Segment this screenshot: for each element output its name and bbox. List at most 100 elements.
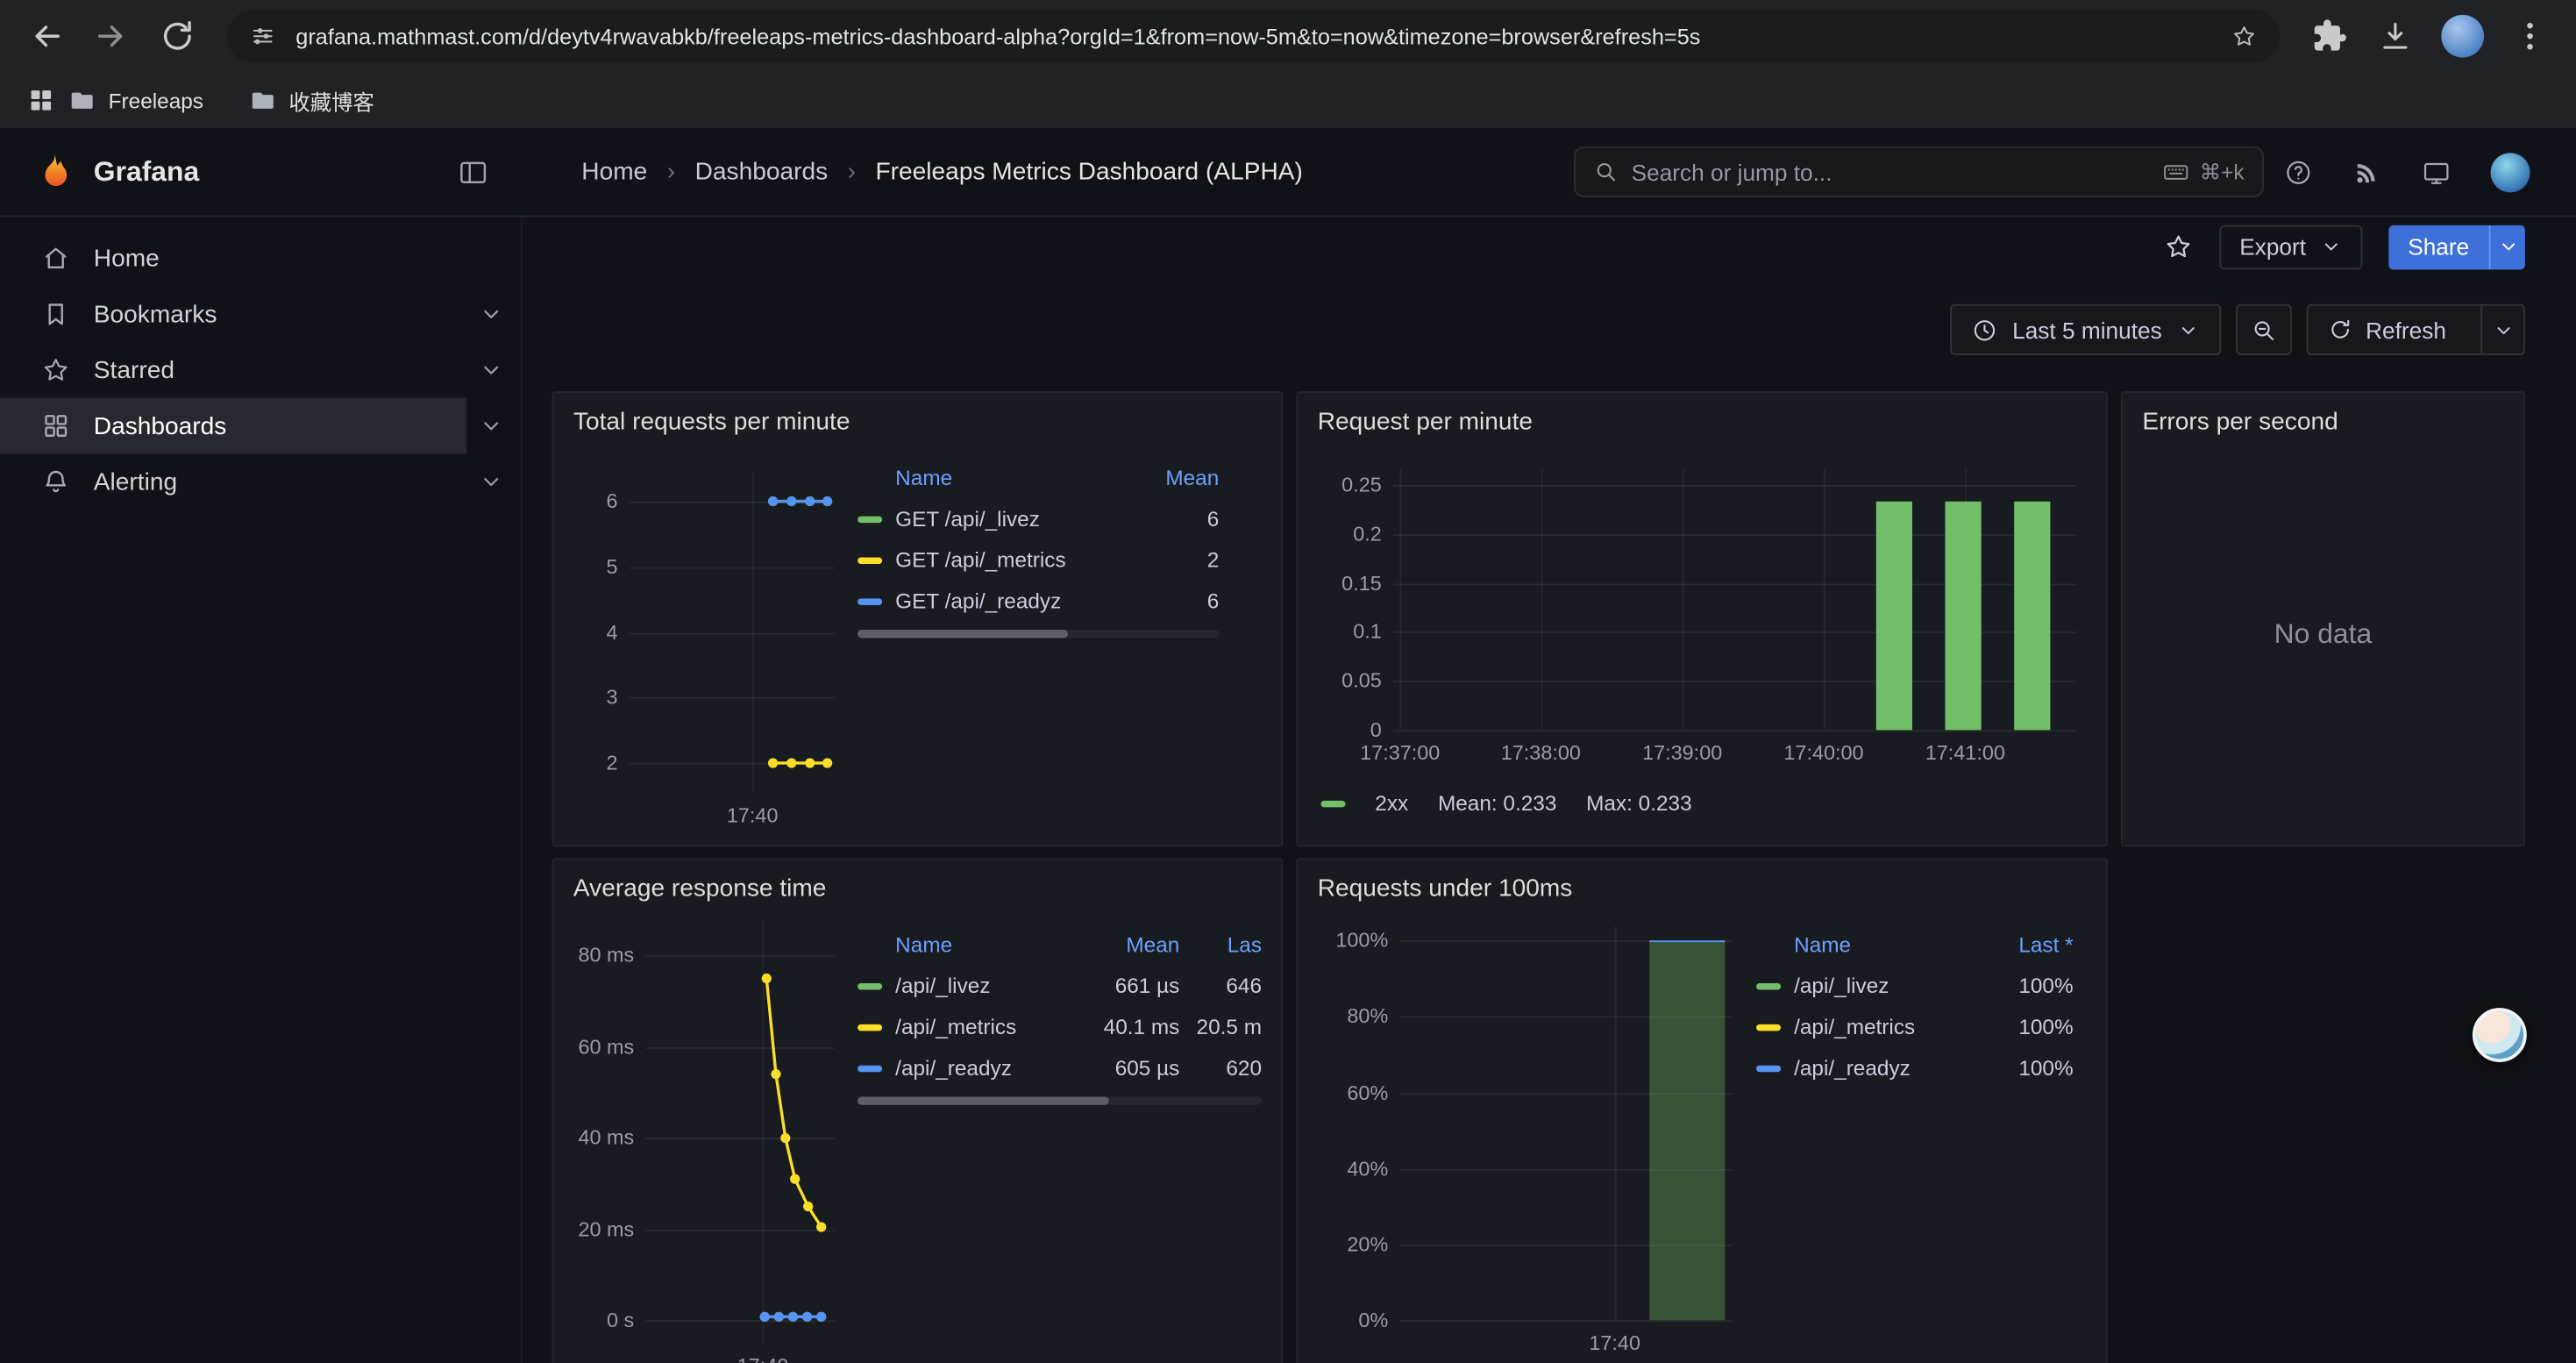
legend-table: NameMeanGET /api/_livez 6GET /api/_metric… bbox=[857, 449, 1262, 838]
browser-profile-avatar[interactable] bbox=[2441, 15, 2484, 58]
chevron-down-icon[interactable] bbox=[478, 413, 504, 439]
series-name[interactable]: /api/_metrics bbox=[1794, 1015, 1978, 1039]
sidebar-item-starred[interactable]: Starred bbox=[0, 342, 521, 398]
series-name[interactable]: /api/_metrics bbox=[895, 1015, 1081, 1039]
bookmark-item[interactable]: Freeleaps bbox=[69, 87, 203, 113]
time-controls: Last 5 minutes Refresh bbox=[1950, 304, 2525, 355]
request-per-minute-chart[interactable]: 0.250.20.150.10.05017:37:0017:38:0017:39… bbox=[1318, 449, 2090, 776]
favorite-dashboard-star-icon[interactable] bbox=[2164, 232, 2194, 261]
refresh-interval-dropdown[interactable] bbox=[2480, 306, 2523, 353]
bookmark-label: Freeleaps bbox=[109, 88, 203, 112]
series-value: 2 bbox=[1143, 547, 1219, 572]
share-dropdown[interactable] bbox=[2489, 225, 2525, 269]
gridline bbox=[1400, 468, 1402, 730]
y-axis-label: 0.15 bbox=[1318, 572, 1382, 595]
search-input[interactable] bbox=[1632, 159, 2149, 185]
chart-bar bbox=[1650, 941, 1726, 1321]
search-icon bbox=[1594, 160, 1619, 184]
chevron-down-icon[interactable] bbox=[478, 301, 504, 327]
series-value: 6 bbox=[1143, 589, 1219, 613]
legend-header-name[interactable]: Name bbox=[857, 465, 1143, 489]
url-bar[interactable]: grafana.mathmast.com/d/deytv4rwavabkb/fr… bbox=[227, 10, 2281, 62]
share-button[interactable]: Share bbox=[2388, 225, 2525, 269]
search-box[interactable]: ⌘+k bbox=[1574, 146, 2264, 197]
chat-widget-avatar[interactable] bbox=[2473, 1008, 2527, 1062]
series-name[interactable]: 2xx bbox=[1375, 791, 1408, 816]
sidebar-item-home[interactable]: Home bbox=[0, 230, 521, 286]
browser-menu-kebab-icon[interactable] bbox=[2512, 18, 2548, 54]
series-name[interactable]: /api/_readyz bbox=[1794, 1055, 1978, 1080]
series-name[interactable]: /api/_livez bbox=[895, 974, 1081, 998]
series-name[interactable]: GET /api/_livez bbox=[895, 506, 1143, 531]
panel-title[interactable]: Errors per second bbox=[2123, 393, 2523, 449]
extensions-icon[interactable] bbox=[2311, 18, 2347, 54]
series-color-dash bbox=[857, 982, 882, 988]
share-label[interactable]: Share bbox=[2388, 225, 2489, 269]
time-range-picker[interactable]: Last 5 minutes bbox=[1950, 304, 2221, 355]
series-name[interactable]: /api/_readyz bbox=[895, 1055, 1081, 1080]
series-value: 100% bbox=[1978, 1015, 2074, 1039]
legend-table: NameLast */api/_livez100%/api/_metrics10… bbox=[1756, 916, 2087, 1363]
grafana-logo-icon[interactable] bbox=[32, 151, 74, 192]
legend-header-name[interactable]: Name bbox=[1756, 931, 1978, 956]
gridline bbox=[1393, 485, 2076, 487]
sidebar-item-label: Starred bbox=[94, 356, 174, 384]
legend-header-name[interactable]: Name bbox=[857, 931, 1081, 956]
requests-under-100ms-chart[interactable]: 100%80%60%40%20%0%17:40 bbox=[1318, 916, 1743, 1363]
downloads-icon[interactable] bbox=[2377, 18, 2413, 54]
kiosk-monitor-icon[interactable] bbox=[2422, 158, 2451, 188]
panel-title[interactable]: Request per minute bbox=[1298, 393, 2106, 449]
export-button[interactable]: Export bbox=[2220, 225, 2362, 269]
average-response-time-chart[interactable]: 80 ms60 ms40 ms20 ms0 s17:40 bbox=[573, 916, 844, 1363]
breadcrumb-item[interactable]: Home bbox=[581, 158, 647, 186]
legend-scrollbar[interactable] bbox=[857, 1096, 1262, 1104]
legend-scrollbar[interactable] bbox=[857, 630, 1219, 638]
series-name[interactable]: /api/_livez bbox=[1794, 974, 1978, 998]
chevron-down-icon[interactable] bbox=[478, 357, 504, 383]
refresh-button[interactable]: Refresh bbox=[2307, 304, 2525, 355]
refresh-icon bbox=[2328, 318, 2352, 342]
apps-grid-icon[interactable] bbox=[26, 85, 56, 115]
series-name[interactable]: GET /api/_readyz bbox=[895, 589, 1143, 613]
x-axis-label: 17:37:00 bbox=[1326, 741, 1474, 764]
gridline bbox=[1399, 1320, 1733, 1322]
rss-icon[interactable] bbox=[2352, 158, 2382, 188]
folder-icon bbox=[249, 87, 275, 113]
legend-header[interactable]: Mean bbox=[1143, 465, 1219, 489]
breadcrumb-item[interactable]: Dashboards bbox=[695, 158, 829, 186]
bookmark-item[interactable]: 收藏博客 bbox=[249, 85, 374, 117]
zoom-out-button[interactable] bbox=[2236, 304, 2292, 355]
series-value: 646 bbox=[1179, 974, 1262, 998]
help-icon[interactable] bbox=[2283, 158, 2313, 188]
panel-title[interactable]: Total requests per minute bbox=[553, 393, 1281, 449]
legend-header[interactable]: Last * bbox=[1978, 931, 2074, 956]
series-color-dash bbox=[1320, 800, 1345, 806]
url-text[interactable]: grafana.mathmast.com/d/deytv4rwavabkb/fr… bbox=[295, 24, 2211, 48]
legend-row: GET /api/_readyz6 bbox=[857, 581, 1219, 622]
reload-icon[interactable] bbox=[160, 18, 196, 54]
x-axis-label: 17:40 bbox=[1541, 1331, 1689, 1354]
sidebar-item-bookmarks[interactable]: Bookmarks bbox=[0, 286, 521, 342]
scrollbar-thumb[interactable] bbox=[857, 1096, 1108, 1104]
breadcrumb-item[interactable]: Freeleaps Metrics Dashboard (ALPHA) bbox=[876, 158, 1303, 186]
panel-title[interactable]: Average response time bbox=[553, 860, 1281, 916]
legend-header[interactable]: Mean bbox=[1081, 931, 1179, 956]
forward-icon[interactable] bbox=[94, 18, 130, 54]
scrollbar-thumb[interactable] bbox=[857, 630, 1067, 638]
chevron-down-icon[interactable] bbox=[478, 468, 504, 495]
y-axis-label: 0.1 bbox=[1318, 620, 1382, 643]
site-settings-icon[interactable] bbox=[250, 23, 276, 49]
sidebar-toggle-icon[interactable] bbox=[457, 155, 489, 188]
grafana-profile-avatar[interactable] bbox=[2491, 153, 2530, 192]
panel-title[interactable]: Requests under 100ms bbox=[1298, 860, 2106, 916]
sidebar-item-alerting[interactable]: Alerting bbox=[0, 453, 521, 510]
legend-header[interactable]: Las bbox=[1179, 931, 1262, 956]
total-requests-chart[interactable]: 6543217:40 bbox=[573, 449, 844, 838]
back-icon[interactable] bbox=[28, 18, 64, 54]
no-data-message: No data bbox=[2123, 449, 2523, 819]
sidebar-item-dashboards[interactable]: Dashboards bbox=[0, 398, 521, 454]
y-axis-label: 0.25 bbox=[1318, 474, 1382, 496]
bookmark-star-icon[interactable] bbox=[2231, 23, 2258, 49]
series-name[interactable]: GET /api/_metrics bbox=[895, 547, 1143, 572]
gridline bbox=[1393, 730, 2076, 731]
